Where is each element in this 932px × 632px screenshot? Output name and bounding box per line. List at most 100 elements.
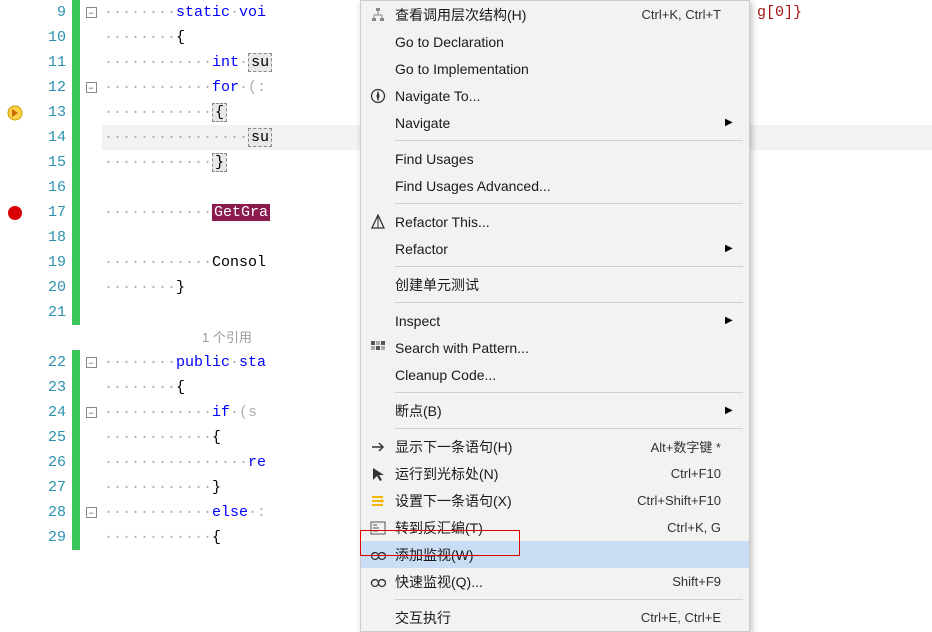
- menu-item[interactable]: 设置下一条语句(X)Ctrl+Shift+F10: [361, 487, 749, 514]
- fold-toggle[interactable]: −: [86, 507, 97, 518]
- gutter-row: 24−: [0, 400, 102, 425]
- line-number: 11: [30, 54, 72, 71]
- gutter-row: 13: [0, 100, 102, 125]
- gutter-row: 23: [0, 375, 102, 400]
- gutter-row: 18: [0, 225, 102, 250]
- menu-item[interactable]: Inspect▶: [361, 307, 749, 334]
- line-number: 10: [30, 29, 72, 46]
- hierarchy-icon: [361, 7, 395, 23]
- cursor-icon: [361, 466, 395, 482]
- menu-item[interactable]: 创建单元测试: [361, 271, 749, 298]
- parameter-hint: g[0]}: [757, 4, 802, 21]
- gutter-row: 21: [0, 300, 102, 325]
- gutter-row: 17: [0, 200, 102, 225]
- menu-item-label: 添加监视(W): [395, 545, 725, 565]
- gutter-row: 28−: [0, 500, 102, 525]
- menu-item[interactable]: Navigate▶: [361, 109, 749, 136]
- menu-item[interactable]: 交互执行Ctrl+E, Ctrl+E: [361, 604, 749, 631]
- gutter-row: 27: [0, 475, 102, 500]
- menu-separator: [395, 428, 743, 429]
- change-bar: [72, 425, 80, 450]
- pattern-icon: [361, 340, 395, 356]
- change-bar: [72, 525, 80, 550]
- line-number: 19: [30, 254, 72, 271]
- menu-item-label: Cleanup Code...: [395, 367, 725, 383]
- line-number: 13: [30, 104, 72, 121]
- line-number: 17: [30, 204, 72, 221]
- menu-item[interactable]: 添加监视(W): [361, 541, 749, 568]
- menu-item-shortcut: Ctrl+K, G: [667, 520, 725, 535]
- fold-toggle[interactable]: −: [86, 357, 97, 368]
- menu-item[interactable]: Find Usages Advanced...: [361, 172, 749, 199]
- menu-item[interactable]: 断点(B)▶: [361, 397, 749, 424]
- breakpoint-icon[interactable]: [8, 206, 22, 220]
- line-number: 14: [30, 129, 72, 146]
- line-number: 29: [30, 529, 72, 546]
- menu-item-label: Navigate To...: [395, 88, 725, 104]
- submenu-arrow-icon: ▶: [725, 243, 739, 254]
- menu-item[interactable]: 转到反汇编(T)Ctrl+K, G: [361, 514, 749, 541]
- change-bar: [72, 275, 80, 300]
- menu-item-shortcut: Shift+F9: [672, 574, 725, 589]
- menu-item[interactable]: Go to Implementation: [361, 55, 749, 82]
- fold-toggle[interactable]: −: [86, 7, 97, 18]
- change-bar: [72, 0, 80, 25]
- menu-item[interactable]: 查看调用层次结构(H)Ctrl+K, Ctrl+T: [361, 1, 749, 28]
- line-number: 20: [30, 279, 72, 296]
- line-number: 22: [30, 354, 72, 371]
- change-bar: [72, 75, 80, 100]
- menu-item-label: Go to Declaration: [395, 34, 725, 50]
- submenu-arrow-icon: ▶: [725, 117, 739, 128]
- disasm-icon: [361, 520, 395, 536]
- line-number: 9: [30, 4, 72, 21]
- context-menu: 查看调用层次结构(H)Ctrl+K, Ctrl+T Go to Declarati…: [360, 0, 750, 632]
- line-number: 15: [30, 154, 72, 171]
- gutter-row: 15: [0, 150, 102, 175]
- gutter-row: 11: [0, 50, 102, 75]
- line-number: 27: [30, 479, 72, 496]
- menu-item[interactable]: Search with Pattern...: [361, 334, 749, 361]
- gutter-row: 19: [0, 250, 102, 275]
- menu-item-label: 运行到光标处(N): [395, 464, 671, 484]
- change-bar: [72, 250, 80, 275]
- menu-item-label: 显示下一条语句(H): [395, 437, 651, 457]
- menu-item[interactable]: 运行到光标处(N)Ctrl+F10: [361, 460, 749, 487]
- menu-item[interactable]: Find Usages: [361, 145, 749, 172]
- menu-item-label: Refactor This...: [395, 214, 725, 230]
- change-bar: [72, 50, 80, 75]
- change-bar: [72, 25, 80, 50]
- menu-item-label: 快速监视(Q)...: [395, 572, 672, 592]
- change-bar: [72, 475, 80, 500]
- menu-item[interactable]: Cleanup Code...: [361, 361, 749, 388]
- menu-separator: [395, 140, 743, 141]
- gutter-row: 29: [0, 525, 102, 550]
- menu-item-label: 查看调用层次结构(H): [395, 5, 642, 25]
- change-bar: [72, 500, 80, 525]
- menu-item-label: Refactor: [395, 241, 725, 257]
- menu-item-shortcut: Ctrl+K, Ctrl+T: [642, 7, 725, 22]
- change-bar: [72, 350, 80, 375]
- menu-item[interactable]: 显示下一条语句(H)Alt+数字键 *: [361, 433, 749, 460]
- menu-item-shortcut: Alt+数字键 *: [651, 437, 725, 456]
- menu-item-label: 创建单元测试: [395, 275, 725, 295]
- fold-toggle[interactable]: −: [86, 82, 97, 93]
- menu-item[interactable]: 快速监视(Q)...Shift+F9: [361, 568, 749, 595]
- menu-separator: [395, 203, 743, 204]
- menu-separator: [395, 302, 743, 303]
- line-number: 16: [30, 179, 72, 196]
- menu-item-label: Navigate: [395, 115, 725, 131]
- menu-item[interactable]: Go to Declaration: [361, 28, 749, 55]
- line-number: 25: [30, 429, 72, 446]
- watch-icon: [361, 547, 395, 563]
- menu-item[interactable]: Refactor▶: [361, 235, 749, 262]
- menu-item[interactable]: Refactor This...: [361, 208, 749, 235]
- set-stmt-icon: [361, 493, 395, 509]
- menu-item[interactable]: Navigate To...: [361, 82, 749, 109]
- gutter-row: 12−: [0, 75, 102, 100]
- menu-item-label: Search with Pattern...: [395, 340, 725, 356]
- change-bar: [72, 125, 80, 150]
- quickwatch-icon: [361, 574, 395, 590]
- line-number: 23: [30, 379, 72, 396]
- change-bar: [72, 200, 80, 225]
- fold-toggle[interactable]: −: [86, 407, 97, 418]
